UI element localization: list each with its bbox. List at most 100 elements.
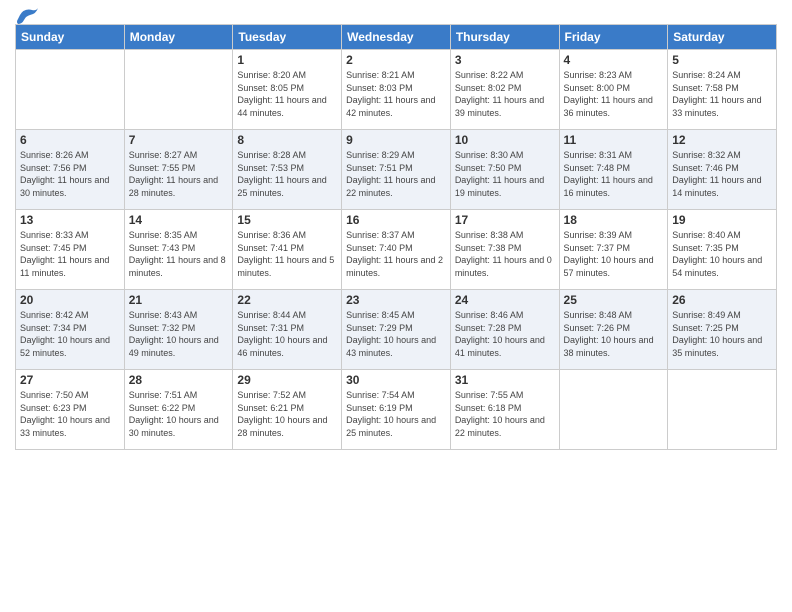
day-number: 26: [672, 293, 772, 307]
day-info: Sunrise: 8:24 AMSunset: 7:58 PMDaylight:…: [672, 69, 772, 119]
day-info: Sunrise: 8:30 AMSunset: 7:50 PMDaylight:…: [455, 149, 555, 199]
col-wednesday: Wednesday: [342, 25, 451, 50]
day-info: Sunrise: 8:37 AMSunset: 7:40 PMDaylight:…: [346, 229, 446, 279]
day-number: 13: [20, 213, 120, 227]
day-cell: [124, 50, 233, 130]
day-info: Sunrise: 8:40 AMSunset: 7:35 PMDaylight:…: [672, 229, 772, 279]
day-number: 6: [20, 133, 120, 147]
day-cell: 4 Sunrise: 8:23 AMSunset: 8:00 PMDaylight…: [559, 50, 668, 130]
day-number: 20: [20, 293, 120, 307]
logo: [15, 10, 38, 20]
day-number: 10: [455, 133, 555, 147]
day-info: Sunrise: 8:43 AMSunset: 7:32 PMDaylight:…: [129, 309, 229, 359]
day-cell: [559, 370, 668, 450]
day-info: Sunrise: 8:22 AMSunset: 8:02 PMDaylight:…: [455, 69, 555, 119]
day-cell: 1Sunrise: 8:20 AMSunset: 8:05 PMDaylight…: [233, 50, 342, 130]
day-info: Sunrise: 8:28 AMSunset: 7:53 PMDaylight:…: [237, 149, 337, 199]
day-number: 25: [564, 293, 664, 307]
day-number: 21: [129, 293, 229, 307]
day-cell: 5 Sunrise: 8:24 AMSunset: 7:58 PMDaylight…: [668, 50, 777, 130]
col-tuesday: Tuesday: [233, 25, 342, 50]
day-cell: 31 Sunrise: 7:55 AMSunset: 6:18 PMDayligh…: [450, 370, 559, 450]
day-number: 16: [346, 213, 446, 227]
day-number: 15: [237, 213, 337, 227]
day-cell: 9 Sunrise: 8:29 AMSunset: 7:51 PMDaylight…: [342, 130, 451, 210]
day-info: Sunrise: 8:33 AMSunset: 7:45 PMDaylight:…: [20, 229, 120, 279]
day-info: Sunrise: 7:50 AMSunset: 6:23 PMDaylight:…: [20, 389, 120, 439]
day-info: Sunrise: 8:42 AMSunset: 7:34 PMDaylight:…: [20, 309, 120, 359]
day-number: 12: [672, 133, 772, 147]
day-info: Sunrise: 8:27 AMSunset: 7:55 PMDaylight:…: [129, 149, 229, 199]
day-info: Sunrise: 8:23 AMSunset: 8:00 PMDaylight:…: [564, 69, 664, 119]
day-number: 3: [455, 53, 555, 67]
week-row-3: 13 Sunrise: 8:33 AMSunset: 7:45 PMDayligh…: [16, 210, 777, 290]
day-cell: 10 Sunrise: 8:30 AMSunset: 7:50 PMDayligh…: [450, 130, 559, 210]
page: Sunday Monday Tuesday Wednesday Thursday…: [0, 0, 792, 612]
day-cell: 28Sunrise: 7:51 AMSunset: 6:22 PMDayligh…: [124, 370, 233, 450]
day-info: Sunrise: 8:26 AMSunset: 7:56 PMDaylight:…: [20, 149, 120, 199]
day-cell: 23 Sunrise: 8:45 AMSunset: 7:29 PMDayligh…: [342, 290, 451, 370]
day-number: 4: [564, 53, 664, 67]
day-cell: 26 Sunrise: 8:49 AMSunset: 7:25 PMDayligh…: [668, 290, 777, 370]
calendar-table: Sunday Monday Tuesday Wednesday Thursday…: [15, 24, 777, 450]
day-info: Sunrise: 7:55 AMSunset: 6:18 PMDaylight:…: [455, 389, 555, 439]
day-number: 28: [129, 373, 229, 387]
day-info: Sunrise: 8:29 AMSunset: 7:51 PMDaylight:…: [346, 149, 446, 199]
day-info: Sunrise: 8:36 AMSunset: 7:41 PMDaylight:…: [237, 229, 337, 279]
day-cell: 22 Sunrise: 8:44 AMSunset: 7:31 PMDayligh…: [233, 290, 342, 370]
day-cell: 27 Sunrise: 7:50 AMSunset: 6:23 PMDayligh…: [16, 370, 125, 450]
day-cell: 14Sunrise: 8:35 AMSunset: 7:43 PMDayligh…: [124, 210, 233, 290]
day-number: 7: [129, 133, 229, 147]
day-number: 27: [20, 373, 120, 387]
day-info: Sunrise: 8:20 AMSunset: 8:05 PMDaylight:…: [237, 69, 337, 119]
day-cell: 8Sunrise: 8:28 AMSunset: 7:53 PMDaylight…: [233, 130, 342, 210]
day-number: 22: [237, 293, 337, 307]
day-info: Sunrise: 8:38 AMSunset: 7:38 PMDaylight:…: [455, 229, 555, 279]
day-cell: 19Sunrise: 8:40 AMSunset: 7:35 PMDayligh…: [668, 210, 777, 290]
day-info: Sunrise: 8:32 AMSunset: 7:46 PMDaylight:…: [672, 149, 772, 199]
day-cell: 24 Sunrise: 8:46 AMSunset: 7:28 PMDayligh…: [450, 290, 559, 370]
day-number: 29: [237, 373, 337, 387]
day-number: 2: [346, 53, 446, 67]
day-info: Sunrise: 7:52 AMSunset: 6:21 PMDaylight:…: [237, 389, 337, 439]
day-number: 11: [564, 133, 664, 147]
day-info: Sunrise: 8:46 AMSunset: 7:28 PMDaylight:…: [455, 309, 555, 359]
week-row-4: 20 Sunrise: 8:42 AMSunset: 7:34 PMDayligh…: [16, 290, 777, 370]
day-number: 18: [564, 213, 664, 227]
day-number: 31: [455, 373, 555, 387]
day-number: 24: [455, 293, 555, 307]
week-row-1: 1Sunrise: 8:20 AMSunset: 8:05 PMDaylight…: [16, 50, 777, 130]
day-cell: 18 Sunrise: 8:39 AMSunset: 7:37 PMDayligh…: [559, 210, 668, 290]
day-cell: 20 Sunrise: 8:42 AMSunset: 7:34 PMDayligh…: [16, 290, 125, 370]
header-row: Sunday Monday Tuesday Wednesday Thursday…: [16, 25, 777, 50]
day-cell: 11 Sunrise: 8:31 AMSunset: 7:48 PMDayligh…: [559, 130, 668, 210]
day-info: Sunrise: 8:49 AMSunset: 7:25 PMDaylight:…: [672, 309, 772, 359]
header: [15, 10, 777, 20]
day-cell: [668, 370, 777, 450]
day-cell: 30Sunrise: 7:54 AMSunset: 6:19 PMDayligh…: [342, 370, 451, 450]
day-cell: 13 Sunrise: 8:33 AMSunset: 7:45 PMDayligh…: [16, 210, 125, 290]
day-number: 23: [346, 293, 446, 307]
col-sunday: Sunday: [16, 25, 125, 50]
logo-bird-icon: [16, 6, 38, 24]
day-cell: 7 Sunrise: 8:27 AMSunset: 7:55 PMDaylight…: [124, 130, 233, 210]
day-cell: 16 Sunrise: 8:37 AMSunset: 7:40 PMDayligh…: [342, 210, 451, 290]
day-cell: 15 Sunrise: 8:36 AMSunset: 7:41 PMDayligh…: [233, 210, 342, 290]
day-cell: 12 Sunrise: 8:32 AMSunset: 7:46 PMDayligh…: [668, 130, 777, 210]
col-monday: Monday: [124, 25, 233, 50]
day-info: Sunrise: 8:45 AMSunset: 7:29 PMDaylight:…: [346, 309, 446, 359]
day-number: 5: [672, 53, 772, 67]
day-number: 17: [455, 213, 555, 227]
day-info: Sunrise: 8:39 AMSunset: 7:37 PMDaylight:…: [564, 229, 664, 279]
day-number: 9: [346, 133, 446, 147]
col-friday: Friday: [559, 25, 668, 50]
week-row-2: 6 Sunrise: 8:26 AMSunset: 7:56 PMDaylight…: [16, 130, 777, 210]
day-number: 30: [346, 373, 446, 387]
day-info: Sunrise: 8:48 AMSunset: 7:26 PMDaylight:…: [564, 309, 664, 359]
day-info: Sunrise: 8:31 AMSunset: 7:48 PMDaylight:…: [564, 149, 664, 199]
day-info: Sunrise: 8:21 AMSunset: 8:03 PMDaylight:…: [346, 69, 446, 119]
day-cell: 25 Sunrise: 8:48 AMSunset: 7:26 PMDayligh…: [559, 290, 668, 370]
day-cell: 17 Sunrise: 8:38 AMSunset: 7:38 PMDayligh…: [450, 210, 559, 290]
day-info: Sunrise: 8:44 AMSunset: 7:31 PMDaylight:…: [237, 309, 337, 359]
day-cell: 29 Sunrise: 7:52 AMSunset: 6:21 PMDayligh…: [233, 370, 342, 450]
